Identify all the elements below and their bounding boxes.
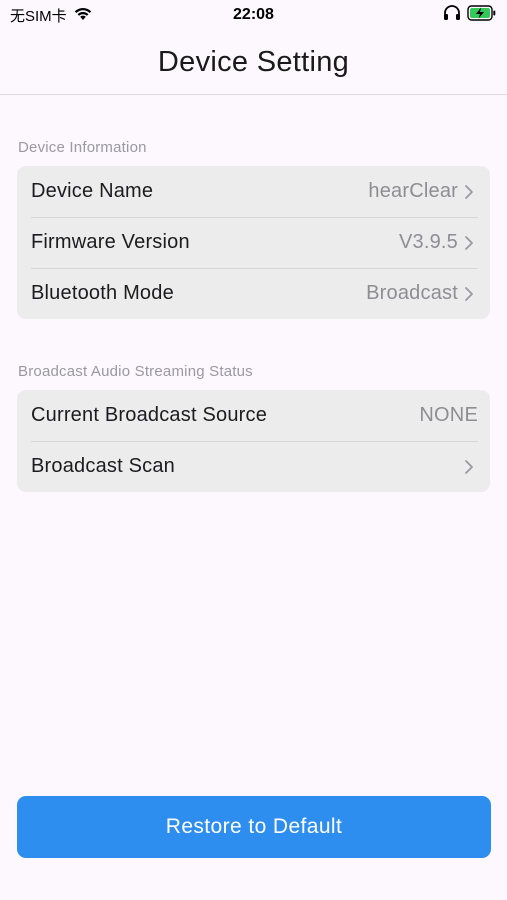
device-setting-screen: 无SIM卡 22:08 Device Setting Device Inform…: [0, 0, 507, 900]
status-bar: 无SIM卡 22:08: [0, 0, 507, 30]
battery-charging-icon: [467, 5, 497, 25]
current-broadcast-source-value: NONE: [419, 404, 478, 426]
row-right: [464, 459, 474, 475]
chevron-right-icon: [465, 184, 473, 199]
bluetooth-mode-row[interactable]: Bluetooth Mode Broadcast: [17, 268, 490, 319]
firmware-version-value: V3.9.5: [398, 231, 458, 253]
bluetooth-mode-value: Broadcast: [366, 282, 458, 304]
broadcast-status-header: Broadcast Audio Streaming Status: [18, 363, 253, 380]
row-right: hearClear: [368, 180, 474, 203]
broadcast-scan-row[interactable]: Broadcast Scan: [17, 441, 490, 492]
chevron-right-icon: [465, 286, 473, 301]
restore-to-default-button[interactable]: Restore to Default: [17, 796, 491, 858]
current-broadcast-source-row: Current Broadcast Source NONE: [17, 390, 490, 441]
headphones-icon: [443, 5, 461, 25]
row-label: Firmware Version: [31, 231, 190, 253]
row-right: Broadcast: [366, 282, 474, 305]
status-right: [347, 5, 497, 25]
carrier-label: 无SIM卡: [10, 7, 67, 25]
chevron-right-icon: [465, 235, 473, 250]
row-label: Broadcast Scan: [31, 455, 175, 477]
row-label: Device Name: [31, 180, 154, 202]
chevron-right-icon: [465, 459, 473, 474]
row-label: Bluetooth Mode: [31, 282, 174, 304]
row-label: Current Broadcast Source: [31, 404, 268, 426]
row-right: NONE: [419, 404, 477, 427]
firmware-version-row[interactable]: Firmware Version V3.9.5: [17, 217, 490, 268]
device-name-row[interactable]: Device Name hearClear: [17, 166, 490, 217]
device-information-card: Device Name hearClear Firmware Version V…: [17, 166, 490, 319]
wifi-icon: [73, 6, 93, 25]
page-title: Device Setting: [157, 45, 350, 78]
status-left: 无SIM卡: [10, 5, 160, 26]
navigation-bar: Device Setting: [0, 30, 507, 95]
device-name-value: hearClear: [368, 180, 458, 202]
broadcast-status-card: Current Broadcast Source NONE Broadcast …: [17, 390, 490, 492]
device-information-header: Device Information: [18, 139, 147, 156]
row-right: V3.9.5: [399, 231, 474, 254]
